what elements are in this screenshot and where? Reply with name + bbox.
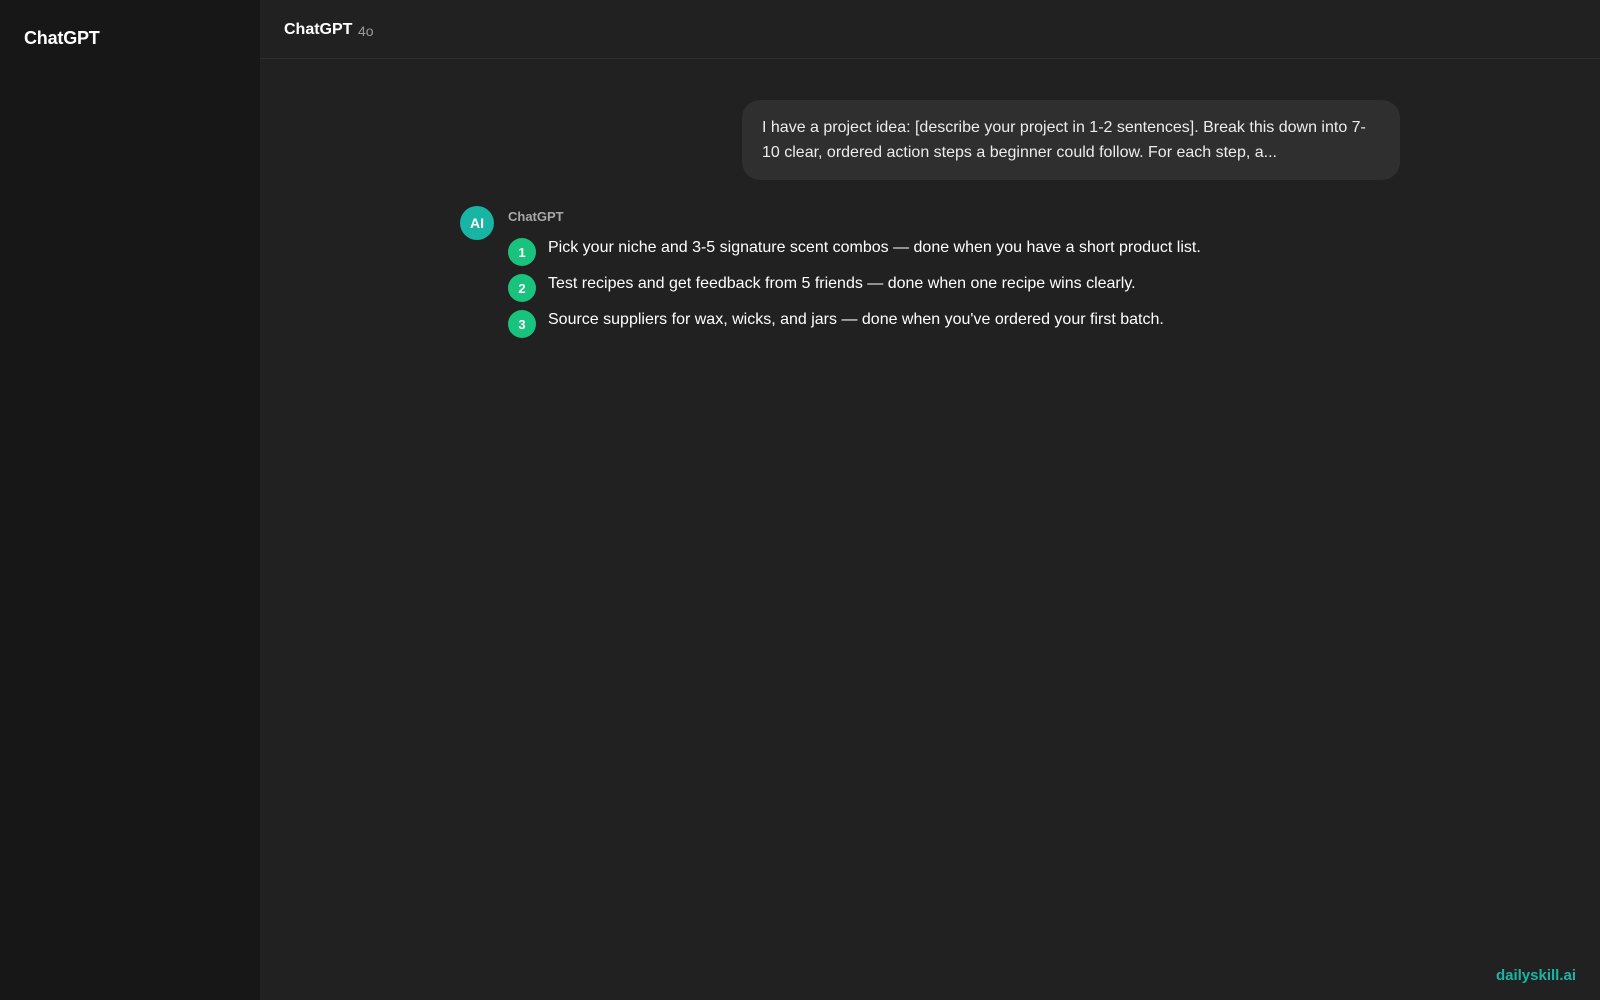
model-selector-name[interactable]: ChatGPT [284,21,352,39]
assistant-name: ChatGPT [508,209,564,224]
sidebar-brand[interactable]: ChatGPT [24,28,100,49]
sidebar: ChatGPT [0,0,260,1000]
model-selector-version[interactable]: 4o [358,23,374,39]
step-number-badge: 3 [508,310,536,338]
assistant-avatar: AI [460,206,494,240]
user-message-bubble: I have a project idea: [describe your pr… [742,100,1400,180]
step-text: Source suppliers for wax, wicks, and jar… [548,311,1164,328]
step-number-badge: 2 [508,274,536,302]
watermark: dailyskill.ai [1495,967,1576,984]
assistant-step-list: 1 Pick your niche and 3-5 signature scen… [508,236,1408,344]
step-item: 2 Test recipes and get feedback from 5 f… [508,272,1408,308]
step-text: Test recipes and get feedback from 5 fri… [548,275,1136,292]
step-number-badge: 1 [508,238,536,266]
step-item: 3 Source suppliers for wax, wicks, and j… [508,308,1408,344]
main-panel: ChatGPT 4o I have a project idea: [descr… [260,0,1600,1000]
chat-app: ChatGPT ChatGPT 4o I have a project idea… [0,0,1600,1000]
chat-header: ChatGPT 4o [260,0,1600,59]
step-text: Pick your niche and 3-5 signature scent … [548,239,1201,256]
step-item: 1 Pick your niche and 3-5 signature scen… [508,236,1408,272]
